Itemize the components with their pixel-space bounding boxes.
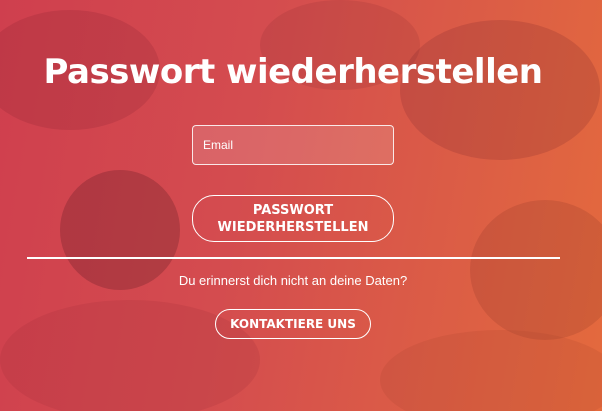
page-title: Passwort wiederherstellen [43,52,544,92]
background-decoration [60,170,180,290]
help-text: Du erinnerst dich nicht an deine Daten? [178,273,408,288]
background-decoration [470,200,602,340]
background-decoration [380,330,602,411]
contact-us-button[interactable]: KONTAKTIERE UNS [215,309,371,339]
reset-password-button[interactable]: PASSWORT WIEDERHERSTELLEN [192,195,394,242]
divider [27,257,560,259]
email-field[interactable] [192,125,394,165]
